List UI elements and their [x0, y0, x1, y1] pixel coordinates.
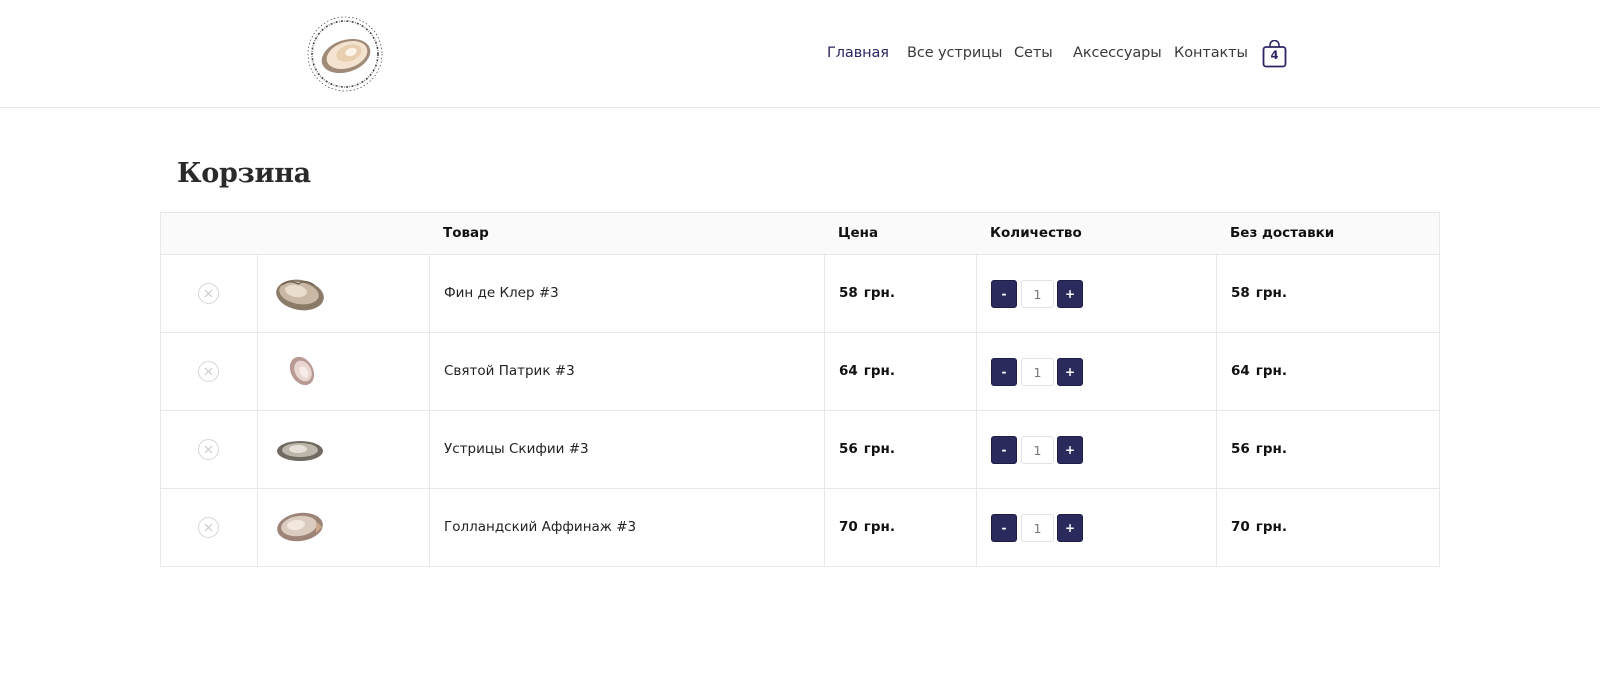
product-name[interactable]: Святой Патрик #3 [444, 363, 575, 379]
row-subtotal: 56 грн. [1231, 441, 1287, 457]
increase-quantity-button[interactable]: + [1057, 280, 1083, 308]
row-subtotal: 58 грн. [1231, 285, 1287, 301]
table-row: Святой Патрик #3 64грн. - + 64грн. [161, 332, 1439, 410]
product-thumbnail[interactable] [272, 349, 328, 393]
product-name[interactable]: Устрицы Скифии #3 [444, 441, 589, 457]
quantity-input[interactable] [1021, 358, 1054, 386]
quantity-stepper: - + [991, 280, 1085, 308]
close-icon [204, 523, 213, 532]
cart-count-badge: 4 [1270, 48, 1279, 62]
cart-table: Товар Цена Количество Без доставки Фин д… [160, 212, 1440, 567]
quantity-stepper: - + [991, 358, 1085, 386]
quantity-input[interactable] [1021, 280, 1054, 308]
decrease-quantity-button[interactable]: - [991, 436, 1017, 464]
table-row: Устрицы Скифии #3 56грн. - + 56грн. [161, 410, 1439, 488]
product-name[interactable]: Фин де Клер #3 [444, 285, 559, 301]
nav-item-contacts[interactable]: Контакты [1174, 45, 1248, 61]
quantity-input[interactable] [1021, 514, 1054, 542]
product-name[interactable]: Голландский Аффинаж #3 [444, 519, 636, 535]
product-thumbnail[interactable] [272, 505, 328, 549]
product-price: 64 грн. [839, 363, 895, 379]
header-subtotal: Без доставки [1230, 225, 1335, 241]
close-icon [204, 367, 213, 376]
product-thumbnail[interactable] [272, 271, 328, 315]
nav-item-sets[interactable]: Сеты [1014, 45, 1053, 61]
decrease-quantity-button[interactable]: - [991, 514, 1017, 542]
table-row: Голландский Аффинаж #3 70грн. - + 70грн. [161, 488, 1439, 566]
increase-quantity-button[interactable]: + [1057, 358, 1083, 386]
product-price: 70 грн. [839, 519, 895, 535]
row-subtotal: 64 грн. [1231, 363, 1287, 379]
table-row: Фин де Клер #3 58грн. - + 58грн. [161, 254, 1439, 332]
nav-item-accessories[interactable]: Аксессуары [1073, 45, 1162, 61]
header-price: Цена [838, 225, 879, 241]
row-subtotal: 70 грн. [1231, 519, 1287, 535]
quantity-input[interactable] [1021, 436, 1054, 464]
header-quantity: Количество [990, 225, 1082, 241]
site-header: Главная Все устрицы Сеты Аксессуары Конт… [0, 0, 1600, 108]
increase-quantity-button[interactable]: + [1057, 436, 1083, 464]
close-icon [204, 289, 213, 298]
main-nav: Главная Все устрицы Сеты Аксессуары Конт… [0, 0, 1600, 108]
product-price: 56 грн. [839, 441, 895, 457]
table-header-row: Товар Цена Количество Без доставки [161, 213, 1439, 254]
decrease-quantity-button[interactable]: - [991, 280, 1017, 308]
header-product: Товар [443, 225, 489, 241]
product-price: 58 грн. [839, 285, 895, 301]
nav-item-home[interactable]: Главная [827, 45, 889, 61]
decrease-quantity-button[interactable]: - [991, 358, 1017, 386]
remove-item-button[interactable] [198, 283, 219, 304]
remove-item-button[interactable] [198, 517, 219, 538]
page-title: Корзина [177, 158, 311, 189]
product-thumbnail[interactable] [272, 427, 328, 471]
close-icon [204, 445, 213, 454]
remove-item-button[interactable] [198, 439, 219, 460]
quantity-stepper: - + [991, 436, 1085, 464]
quantity-stepper: - + [991, 514, 1085, 542]
increase-quantity-button[interactable]: + [1057, 514, 1083, 542]
nav-item-all-oysters[interactable]: Все устрицы [907, 45, 1002, 61]
remove-item-button[interactable] [198, 361, 219, 382]
